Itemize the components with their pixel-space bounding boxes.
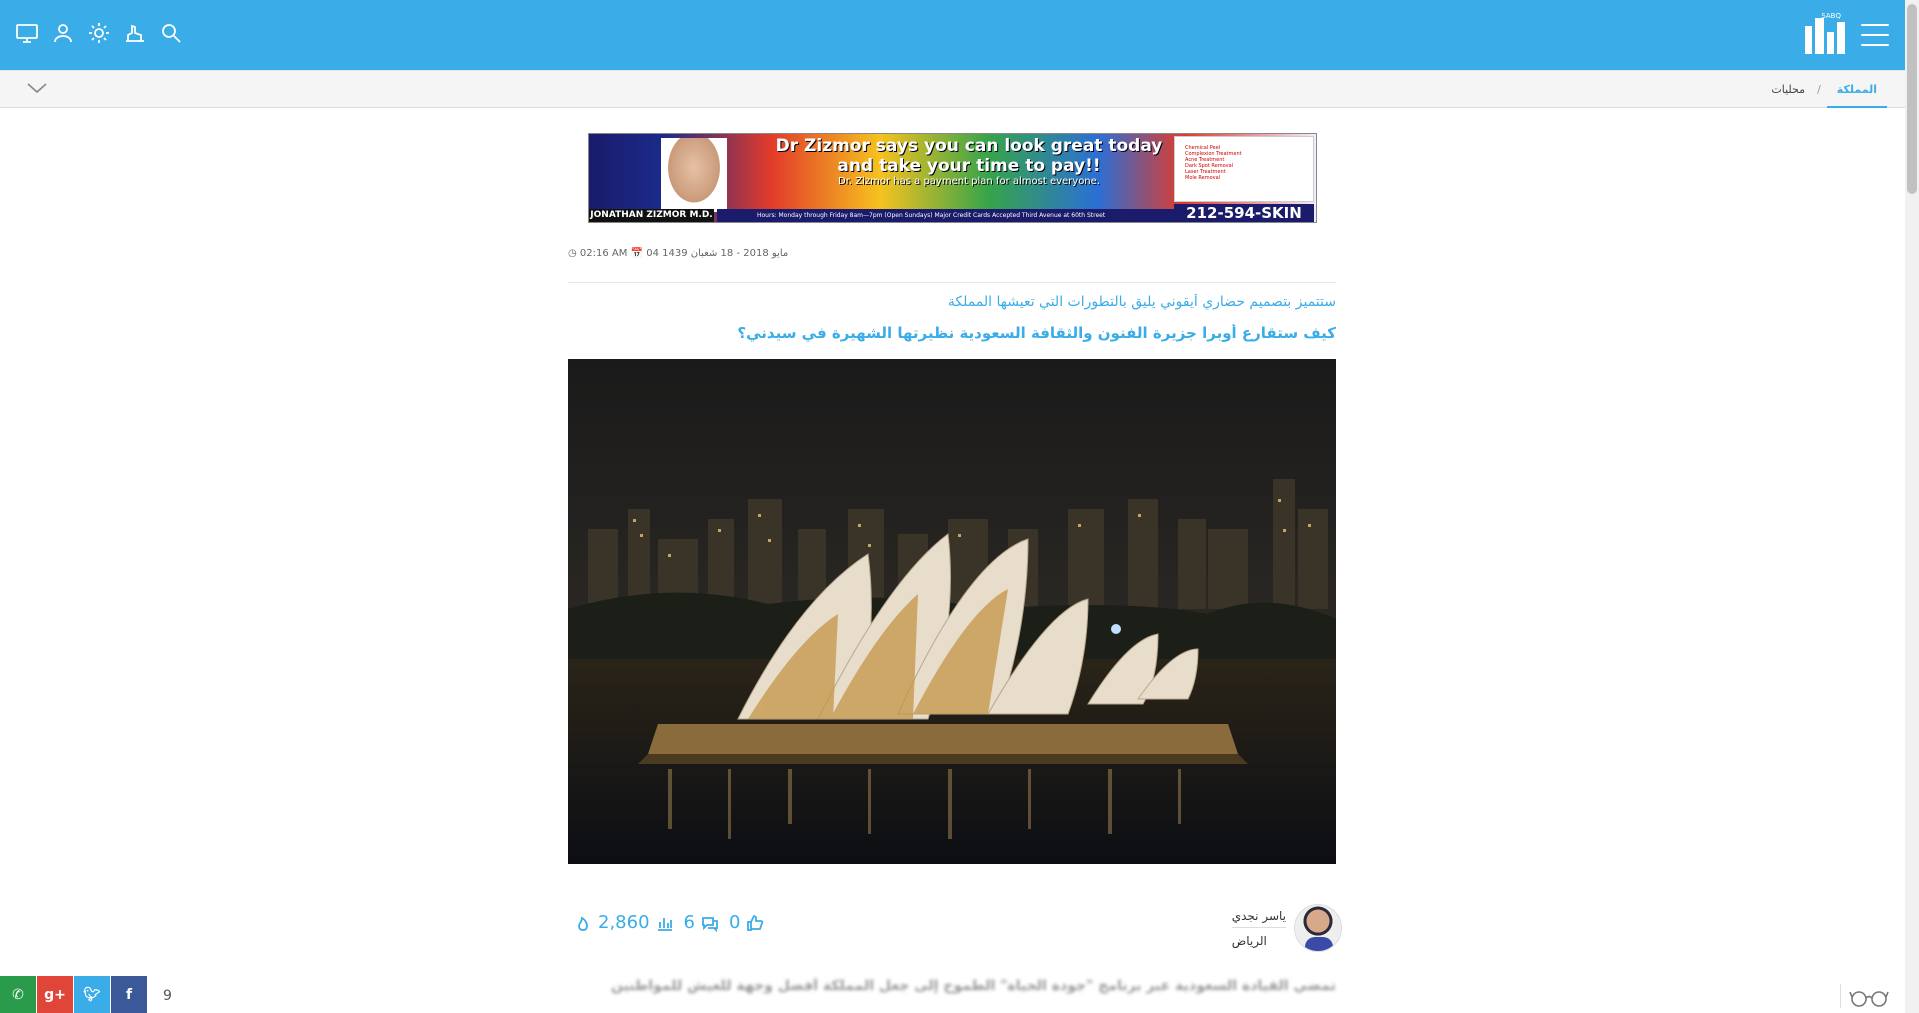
desktop-icon[interactable]	[14, 20, 40, 46]
twitter-icon: 🐦︎	[83, 986, 101, 1003]
google-plus-share-button[interactable]: g+	[37, 976, 73, 1013]
divider	[1840, 984, 1841, 1008]
ad-doctor-name: JONATHAN ZIZMOR M.D.	[589, 209, 714, 222]
ad-headline-2: and take your time to pay!!	[837, 156, 1101, 176]
scrollbar[interactable]	[1905, 0, 1919, 1013]
facebook-icon: f	[125, 986, 133, 1003]
article-image	[568, 359, 1336, 864]
top-bar: SABQ	[0, 0, 1905, 70]
user-icon[interactable]	[50, 20, 76, 46]
ad-headline-1: Dr Zizmor says you can look great today	[775, 136, 1163, 156]
views-count: 2,860	[598, 912, 650, 933]
article-stats: 2,860 6 0	[574, 912, 764, 933]
author-city: الرياض	[1231, 933, 1267, 948]
ad-treatments-panel: Chemical Peel Complexion Treatment Acne …	[1174, 136, 1314, 202]
share-count: 9	[163, 988, 172, 1004]
fire-icon	[578, 916, 588, 931]
section-nav: المملكة / محليات	[0, 70, 1905, 108]
calendar-icon: 📅	[630, 248, 644, 259]
article-teaser: تمضي القيادة السعودية عبر برنامج "جودة ا…	[611, 978, 1336, 994]
page: SABQ المملكة / محليات Dr Zizmor says you…	[0, 0, 1919, 1013]
breadcrumb-separator: /	[1817, 83, 1821, 96]
chevron-down-icon[interactable]	[26, 79, 48, 97]
comments-stat[interactable]: 6	[684, 912, 719, 933]
ad-portrait	[661, 138, 727, 212]
ad-tagline: Dr. Zizmor has a payment plan for almost…	[838, 176, 1100, 187]
author-meta: ياسر نجدي الرياض	[1231, 909, 1286, 948]
author-block: ياسر نجدي الرياض	[1231, 902, 1342, 954]
breadcrumb-local[interactable]: محليات	[1765, 83, 1811, 96]
article-date-text: 04 مايو 2018 - 18 شعبان 1439	[646, 248, 789, 259]
share-bar: ✆ g+ 🐦︎ f	[0, 976, 148, 1013]
ad-hours: Hours: Monday through Friday 8am—7pm (Op…	[717, 209, 1177, 222]
divider	[568, 282, 1336, 283]
article-title: كيف ستقارع أوبرا جزيرة الفنون والثقافة ا…	[737, 324, 1336, 342]
header-tools	[14, 20, 184, 46]
author-name[interactable]: ياسر نجدي	[1231, 909, 1286, 928]
brightness-icon[interactable]	[86, 20, 112, 46]
scrollbar-thumb[interactable]	[1907, 4, 1917, 194]
avatar[interactable]	[1294, 904, 1342, 952]
glasses-icon[interactable]	[1849, 986, 1889, 1008]
google-plus-icon: g+	[44, 986, 66, 1003]
brand-text: SABQ	[1821, 12, 1841, 20]
site-logo[interactable]: SABQ	[1805, 12, 1845, 54]
article-date: ◷ 02:16 AM 📅 04 مايو 2018 - 18 شعبان 143…	[568, 248, 789, 259]
bar-chart-icon	[657, 917, 672, 931]
views-stat: 2,860	[574, 912, 674, 933]
whatsapp-icon: ✆	[12, 986, 24, 1003]
article-subtitle: ستتميز بتصميم حضاري أيقوني يليق بالتطورا…	[947, 294, 1336, 310]
thumbs-up-icon	[747, 914, 764, 931]
likes-count: 0	[728, 912, 741, 933]
twitter-share-button[interactable]: 🐦︎	[74, 976, 110, 1013]
clock-icon: ◷	[568, 248, 577, 259]
comments-count: 6	[683, 912, 695, 933]
ad-banner[interactable]: Dr Zizmor says you can look great today …	[588, 133, 1317, 223]
sign-language-icon[interactable]	[122, 20, 148, 46]
ad-treatment: Mole Removal	[1185, 175, 1221, 181]
search-icon[interactable]	[158, 20, 184, 46]
tab-kingdom[interactable]: المملكة	[1826, 71, 1887, 108]
likes-stat[interactable]: 0	[729, 912, 764, 933]
hamburger-icon[interactable]	[1861, 24, 1889, 46]
sydney-opera-house-photo	[568, 359, 1336, 864]
whatsapp-share-button[interactable]: ✆	[0, 976, 36, 1013]
breadcrumb: المملكة / محليات	[1765, 71, 1887, 108]
facebook-share-button[interactable]: f	[111, 976, 147, 1013]
comments-icon	[702, 916, 718, 932]
ad-phone: 212-594-SKIN	[1174, 204, 1314, 222]
article-time: 02:16 AM	[579, 248, 628, 259]
